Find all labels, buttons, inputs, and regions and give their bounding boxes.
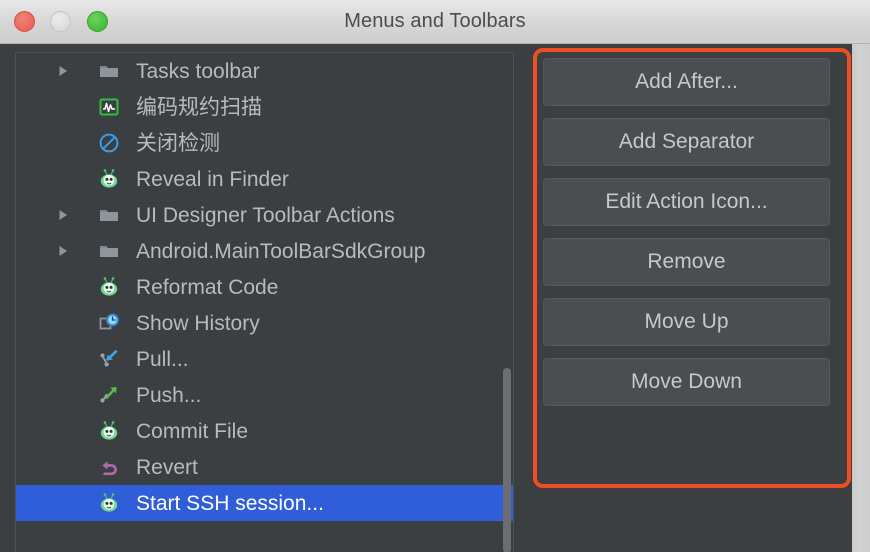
add-after-button[interactable]: Add After... — [543, 58, 830, 106]
expand-arrow-icon[interactable] — [56, 208, 70, 222]
tree-row-label: Push... — [136, 383, 202, 407]
vcs-push-icon — [98, 384, 120, 406]
toolbar-actions-tree[interactable]: Tasks toolbar 编码规约扫描 关闭检测 Reveal in Finder U… — [15, 52, 514, 552]
tree-row[interactable]: Pull... — [16, 341, 513, 377]
tree-row-label: UI Designer Toolbar Actions — [136, 203, 395, 227]
tree-row[interactable]: Revert — [16, 449, 513, 485]
tree-row-label: Show History — [136, 311, 260, 335]
add-separator-button[interactable]: Add Separator — [543, 118, 830, 166]
folder-icon — [98, 204, 120, 226]
alien-icon — [98, 276, 120, 298]
tree-row[interactable]: 关闭检测 — [16, 125, 513, 161]
vcs-pull-icon — [98, 348, 120, 370]
code-inspection-icon — [98, 96, 120, 118]
edit-action-icon-button[interactable]: Edit Action Icon... — [543, 178, 830, 226]
tree-row[interactable]: Show History — [16, 305, 513, 341]
tree-row-label: Pull... — [136, 347, 189, 371]
tree-row-label: Start SSH session... — [136, 491, 324, 515]
tree-row-label: Android.MainToolBarSdkGroup — [136, 239, 426, 263]
expand-arrow-icon[interactable] — [56, 64, 70, 78]
tree-row-label: Tasks toolbar — [136, 59, 260, 83]
window-right-gutter — [852, 44, 870, 552]
tree-row-label: 编码规约扫描 — [136, 94, 262, 119]
move-down-button[interactable]: Move Down — [543, 358, 830, 406]
tree-row[interactable]: 编码规约扫描 — [16, 89, 513, 125]
tree-row[interactable]: Tasks toolbar — [16, 53, 513, 89]
revert-arrow-icon — [98, 456, 120, 478]
alien-icon — [98, 168, 120, 190]
remove-button[interactable]: Remove — [543, 238, 830, 286]
history-clock-icon — [98, 312, 120, 334]
tree-row[interactable]: Push... — [16, 377, 513, 413]
scrollbar-thumb[interactable] — [503, 368, 511, 552]
dialog-content: Tasks toolbar 编码规约扫描 关闭检测 Reveal in Finder U… — [0, 44, 870, 552]
tree-row-label: Commit File — [136, 419, 249, 443]
tree-row-container: Tasks toolbar 编码规约扫描 关闭检测 Reveal in Finder U… — [16, 53, 513, 521]
window-title-bar: Menus and Toolbars — [0, 0, 870, 44]
tree-row-label: Reformat Code — [136, 275, 279, 299]
action-buttons-panel: Add After... Add Separator Edit Action Ico… — [543, 58, 830, 418]
tree-row-label: Reveal in Finder — [136, 167, 289, 191]
no-entry-icon — [98, 132, 120, 154]
tree-row[interactable]: Commit File — [16, 413, 513, 449]
move-up-button[interactable]: Move Up — [543, 298, 830, 346]
tree-row[interactable]: Reformat Code — [16, 269, 513, 305]
tree-row[interactable]: Start SSH session... — [16, 485, 513, 521]
tree-row-label: 关闭检测 — [136, 130, 220, 155]
tree-row-label: Revert — [136, 455, 198, 479]
alien-icon — [98, 492, 120, 514]
tree-row[interactable]: Reveal in Finder — [16, 161, 513, 197]
folder-icon — [98, 60, 120, 82]
menus-and-toolbars-window: Menus and Toolbars Tasks toolbar 编码规约扫描 关闭… — [0, 0, 870, 552]
tree-vertical-scrollbar[interactable] — [500, 53, 513, 552]
tree-row[interactable]: Android.MainToolBarSdkGroup — [16, 233, 513, 269]
folder-icon — [98, 240, 120, 262]
window-title: Menus and Toolbars — [344, 10, 526, 32]
expand-arrow-icon[interactable] — [56, 244, 70, 258]
tree-row[interactable]: UI Designer Toolbar Actions — [16, 197, 513, 233]
alien-icon — [98, 420, 120, 442]
